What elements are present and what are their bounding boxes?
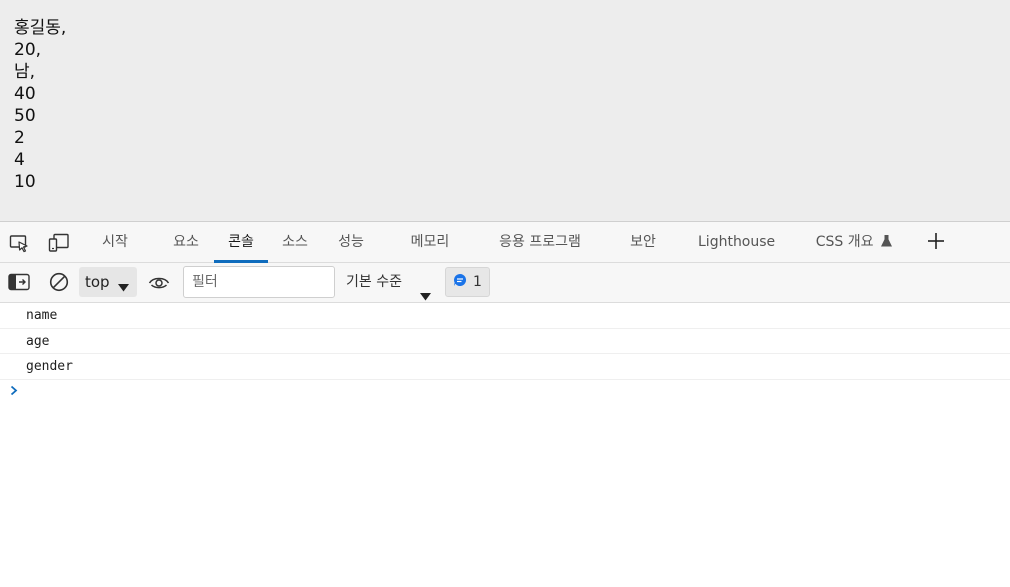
console-log-row: age	[0, 329, 1010, 354]
page-line: 20,	[14, 40, 42, 60]
devtools-tab-bar: 시작 요소 콘솔 소스 성능 메모리 응용 프로그램 보안 Lighthouse…	[0, 222, 1010, 263]
tab-lighthouse[interactable]: Lighthouse	[698, 222, 775, 262]
tab-css-overview[interactable]: CSS 개요	[813, 222, 895, 262]
experiment-flask-icon	[877, 235, 893, 249]
inspected-page: 홍길동, 20, 남, 40 50 2 4 10	[0, 0, 1010, 221]
tab-application[interactable]: 응용 프로그램	[492, 222, 588, 262]
console-sidebar-icon[interactable]	[8, 271, 30, 293]
tab-memory[interactable]: 메모리	[406, 222, 454, 262]
device-toolbar-icon[interactable]	[48, 232, 70, 254]
console-log-row: name	[0, 303, 1010, 329]
log-levels-dropdown[interactable]: 기본 수준	[346, 263, 431, 301]
issues-count: 1	[473, 274, 482, 290]
page-line: 2	[14, 128, 25, 148]
issues-counter-button[interactable]: 1	[445, 267, 490, 297]
devtools-panel: 시작 요소 콘솔 소스 성능 메모리 응용 프로그램 보안 Lighthouse…	[0, 221, 1010, 587]
tab-css-overview-label: CSS 개요	[815, 234, 874, 250]
tab-security[interactable]: 보안	[627, 222, 659, 262]
tab-sources[interactable]: 소스	[279, 222, 311, 262]
inspect-element-icon[interactable]	[8, 232, 30, 254]
console-log-text: gender	[26, 359, 73, 374]
live-expression-icon[interactable]	[148, 271, 170, 293]
console-prompt[interactable]	[0, 380, 1010, 402]
console-toolbar: top 기본 수준	[0, 263, 1010, 303]
more-tools-plus-icon[interactable]	[925, 230, 947, 252]
page-line: 50	[14, 106, 36, 126]
console-log-text: age	[26, 333, 50, 349]
log-levels-label: 기본 수준	[346, 274, 402, 290]
tab-console[interactable]: 콘솔	[214, 222, 268, 263]
page-line: 10	[14, 172, 36, 192]
tab-welcome[interactable]: 시작	[99, 222, 131, 262]
tab-elements[interactable]: 요소	[170, 222, 202, 262]
issues-message-icon	[453, 273, 467, 291]
tab-performance[interactable]: 성능	[335, 222, 367, 262]
chevron-down-icon	[118, 278, 129, 296]
console-output: name age gender	[0, 303, 1010, 587]
page-line: 4	[14, 150, 25, 170]
context-selector-value: top	[85, 273, 110, 291]
page-line: 남,	[14, 62, 36, 82]
page-line: 홍길동,	[14, 18, 67, 38]
console-prompt-chevron-icon	[10, 381, 18, 400]
console-log-text: name	[26, 308, 58, 323]
page-output: 홍길동, 20, 남, 40 50 2 4 10	[14, 17, 66, 193]
page-line: 40	[14, 84, 36, 104]
console-filter-input[interactable]	[183, 266, 335, 298]
console-log-row: gender	[0, 354, 1010, 380]
clear-console-icon[interactable]	[48, 271, 70, 293]
context-selector[interactable]: top	[79, 267, 137, 297]
